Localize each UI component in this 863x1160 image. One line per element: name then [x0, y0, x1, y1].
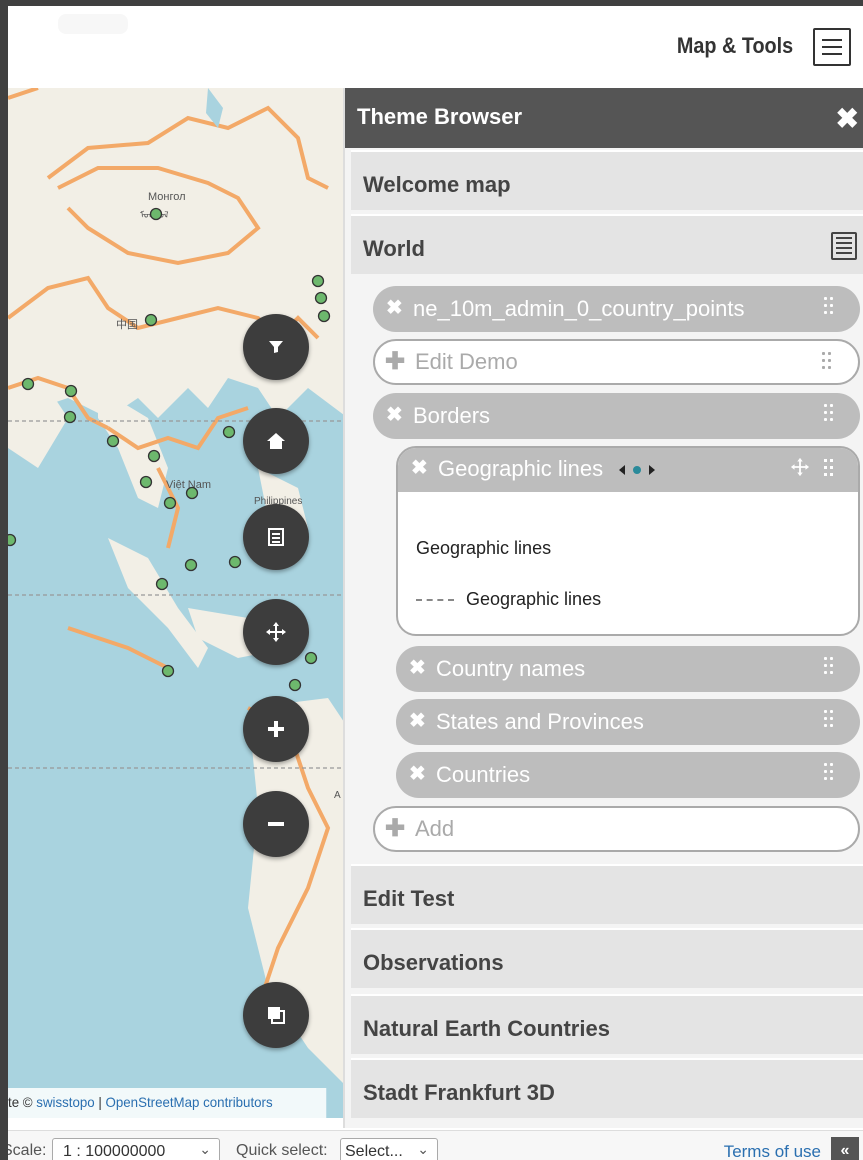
- panel-header: Theme Browser ✖: [345, 88, 863, 148]
- drag-handle-icon[interactable]: [824, 295, 836, 317]
- section-edit-test[interactable]: Edit Test: [351, 864, 863, 924]
- layer-countries[interactable]: ✖ Countries: [396, 752, 860, 798]
- close-icon[interactable]: ✖: [386, 402, 403, 427]
- opacity-slider-icon[interactable]: [617, 463, 657, 477]
- move-icon: [266, 622, 286, 642]
- close-icon[interactable]: ✖: [386, 295, 403, 320]
- close-icon[interactable]: ✖: [409, 655, 426, 680]
- layer-states-and-provinces[interactable]: ✖ States and Provinces: [396, 699, 860, 745]
- layer-label: Edit Demo: [415, 349, 518, 374]
- layer-label: Countries: [436, 762, 531, 787]
- layer-ne-country-points[interactable]: ✖ ne_10m_admin_0_country_points: [373, 286, 860, 332]
- quick-select-value: Select...: [345, 1143, 403, 1160]
- section-label: World: [363, 236, 425, 261]
- legend-button[interactable]: [243, 504, 309, 570]
- hamburger-menu-icon[interactable]: [813, 28, 851, 66]
- logo: [58, 14, 128, 34]
- layers-icon: [268, 1007, 285, 1024]
- layer-geographic-lines-header[interactable]: ✖ Geographic lines: [398, 448, 858, 492]
- layer-label: Geographic lines: [438, 456, 604, 481]
- chevron-down-icon: ⌄: [199, 1141, 211, 1157]
- drag-handle-icon[interactable]: [824, 457, 836, 479]
- scale-label: Scale:: [8, 1142, 47, 1159]
- add-label: Add: [415, 816, 455, 841]
- section-welcome-map[interactable]: Welcome map: [351, 150, 863, 210]
- section-label: Observations: [363, 950, 504, 975]
- app: Map & Tools Монгол 中国 Việt Nam Philippin…: [8, 6, 863, 1160]
- locate-button[interactable]: [243, 599, 309, 665]
- section-world[interactable]: World: [351, 214, 863, 274]
- scale-select[interactable]: 1 : 100000000 ⌄: [52, 1138, 220, 1160]
- section-natural-earth-countries[interactable]: Natural Earth Countries: [351, 994, 863, 1054]
- map-attribution: te © swisstopo | OpenStreetMap contribut…: [8, 1088, 327, 1118]
- scale-value: 1 : 100000000: [63, 1143, 166, 1160]
- home-icon: [267, 433, 285, 449]
- layer-country-names[interactable]: ✖ Country names: [396, 646, 860, 692]
- filter-icon: [269, 341, 283, 353]
- add-layer-button[interactable]: ✚ Add: [373, 806, 860, 852]
- plus-icon[interactable]: ✚: [385, 814, 405, 843]
- legend-row: Geographic lines: [416, 589, 601, 610]
- section-label: Natural Earth Countries: [363, 1016, 610, 1041]
- attribution-prefix: te ©: [8, 1094, 37, 1110]
- close-icon[interactable]: ✖: [409, 761, 426, 786]
- minus-icon: [268, 822, 284, 826]
- layer-group-borders[interactable]: ✖ Borders: [373, 393, 860, 439]
- map-label: 中国: [116, 318, 138, 331]
- drag-handle-icon[interactable]: [822, 350, 834, 372]
- attribution-separator: |: [94, 1094, 106, 1110]
- close-icon[interactable]: ✖: [409, 708, 426, 733]
- layer-label: Borders: [413, 403, 491, 428]
- move-icon[interactable]: [790, 457, 810, 483]
- home-button[interactable]: [243, 408, 309, 474]
- layer-geographic-lines-expanded: ✖ Geographic lines Geographic lines Geog…: [396, 446, 860, 636]
- layer-edit-demo[interactable]: ✚ Edit Demo: [373, 339, 860, 385]
- drag-handle-icon[interactable]: [824, 655, 836, 677]
- legend-item-label: Geographic lines: [466, 589, 602, 609]
- section-observations[interactable]: Observations: [351, 928, 863, 988]
- window-frame: Map & Tools Монгол 中国 Việt Nam Philippin…: [0, 0, 863, 1160]
- close-icon[interactable]: ✖: [411, 455, 428, 480]
- filter-button[interactable]: [243, 314, 309, 380]
- header-title[interactable]: Map & Tools: [677, 33, 793, 59]
- layer-label: ne_10m_admin_0_country_points: [413, 296, 745, 321]
- layer-label: States and Provinces: [436, 709, 644, 734]
- section-label: Welcome map: [363, 172, 511, 197]
- header: Map & Tools: [8, 6, 863, 88]
- map-canvas: Монгол ᠮᠣᠩᠭᠣᠯ 中国 Việt Nam Philippines A: [8, 88, 348, 1088]
- collapse-button[interactable]: «: [831, 1137, 859, 1160]
- section-label: Stadt Frankfurt 3D: [363, 1080, 555, 1105]
- quick-select[interactable]: Select... ⌄: [340, 1138, 438, 1160]
- map-label: Монгол: [148, 191, 186, 203]
- drag-handle-icon[interactable]: [824, 402, 836, 424]
- map-view[interactable]: Монгол ᠮᠣᠩᠭᠣᠯ 中国 Việt Nam Philippines A: [8, 88, 348, 1118]
- zoom-in-button[interactable]: [243, 696, 309, 762]
- section-stadt-frankfurt-3d[interactable]: Stadt Frankfurt 3D: [351, 1058, 863, 1118]
- zoom-out-button[interactable]: [243, 791, 309, 857]
- plus-icon[interactable]: ✚: [385, 347, 405, 376]
- map-label: A: [334, 790, 341, 801]
- drag-handle-icon[interactable]: [824, 761, 836, 783]
- panel-title: Theme Browser: [357, 104, 523, 129]
- section-label: Edit Test: [363, 886, 455, 911]
- list-icon: [268, 528, 284, 546]
- legend-list-icon[interactable]: [831, 232, 857, 260]
- chevron-down-icon: ⌄: [417, 1141, 429, 1157]
- layer-label: Country names: [436, 656, 586, 681]
- dashed-line-symbol: [416, 599, 454, 602]
- status-bar: Scale: 1 : 100000000 ⌄ Quick select: Sel…: [8, 1130, 863, 1160]
- background-layers-button[interactable]: [243, 982, 309, 1048]
- terms-of-use-link[interactable]: Terms of use: [724, 1142, 821, 1160]
- legend-title: Geographic lines: [416, 538, 552, 558]
- quick-select-label: Quick select:: [236, 1142, 328, 1159]
- close-icon[interactable]: ✖: [836, 102, 859, 135]
- plus-icon: [268, 721, 284, 737]
- drag-handle-icon[interactable]: [824, 708, 836, 730]
- osm-link[interactable]: OpenStreetMap contributors: [106, 1094, 273, 1110]
- swisstopo-link[interactable]: swisstopo: [36, 1094, 94, 1110]
